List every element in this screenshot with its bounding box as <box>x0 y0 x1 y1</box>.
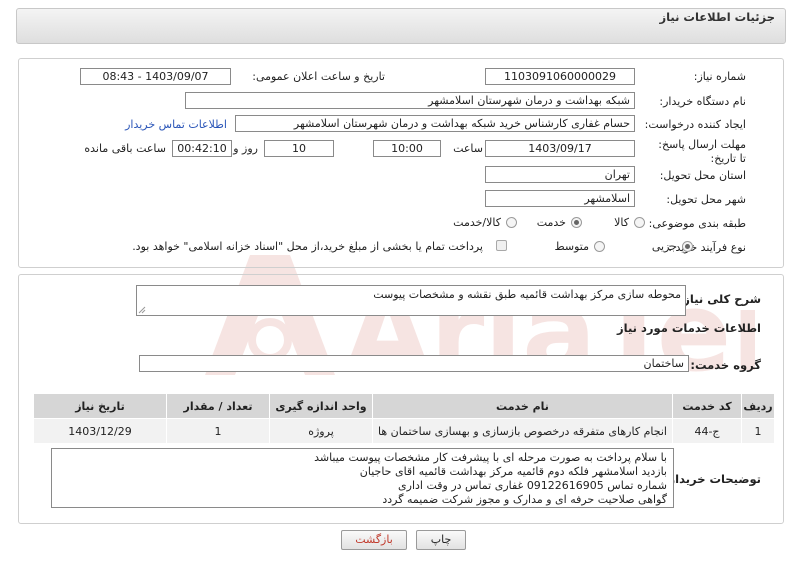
category-radio-goods-service[interactable] <box>506 217 517 228</box>
days-label: روز و <box>233 142 258 155</box>
resize-grip-icon[interactable] <box>138 306 146 314</box>
category-label: طبقه بندی موضوعی: <box>648 217 746 230</box>
deadline-label: مهلت ارسال پاسخ: تا تاریخ: <box>658 138 746 165</box>
table-header-row: ردیف کد خدمت نام خدمت واحد اندازه گیری ت… <box>33 393 775 419</box>
time-label: ساعت <box>453 142 483 155</box>
deadline-time-field: 10:00 <box>373 140 441 157</box>
services-table: ردیف کد خدمت نام خدمت واحد اندازه گیری ت… <box>33 393 775 444</box>
creator-field: حسام غفاری کارشناس خرید شبکه بهداشت و در… <box>235 115 635 132</box>
buyer-notes-field: با سلام پرداخت به صورت مرحله ای با پیشرف… <box>51 448 674 508</box>
service-group-field: ساختمان <box>139 355 689 372</box>
col-date: تاریخ نیاز <box>33 393 167 419</box>
need-number-label: شماره نیاز: <box>693 70 746 83</box>
buyer-notes-line: گواهی صلاحیت حرفه ای و مدارک و مجوز شرکت… <box>382 493 667 506</box>
category-option-service: خدمت <box>536 216 566 229</box>
buyer-field: شبکه بهداشت و درمان شهرستان اسلامشهر <box>185 92 635 109</box>
col-unit: واحد اندازه گیری <box>269 393 373 419</box>
province-label: استان محل تحویل: <box>659 169 746 182</box>
cell-code: ج-44 <box>672 418 742 444</box>
process-option-medium: متوسط <box>554 240 589 253</box>
treasury-payment-checkbox[interactable] <box>496 240 507 251</box>
buyer-notes-label: توضیحات خریدار: <box>663 472 761 486</box>
buyer-notes-line: با سلام پرداخت به صورت مرحله ای با پیشرف… <box>314 451 667 464</box>
services-section-title: اطلاعات خدمات مورد نیاز <box>617 321 761 335</box>
page-title: جزئیات اطلاعات نیاز <box>659 10 775 24</box>
process-radio-minor[interactable] <box>682 241 693 252</box>
service-group-label: گروه خدمت: <box>690 358 761 372</box>
col-code: کد خدمت <box>672 393 742 419</box>
treasury-payment-note: پرداخت تمام یا بخشی از مبلغ خرید،از محل … <box>132 240 483 253</box>
remaining-label: ساعت باقی مانده <box>84 142 166 155</box>
table-row: 1 ج-44 انجام کارهای متفرقه درخصوص بازساز… <box>33 418 775 444</box>
creator-label: ایجاد کننده درخواست: <box>644 118 746 131</box>
cell-row: 1 <box>741 418 775 444</box>
need-number-field: 1103091060000029 <box>485 68 635 85</box>
buyer-label: نام دستگاه خریدار: <box>659 95 746 108</box>
city-label: شهر محل تحویل: <box>666 193 746 206</box>
summary-label: شرح کلی نیاز: <box>678 292 761 306</box>
buyer-notes-line: شماره تماس 09122616905 غفاری تماس در وقت… <box>398 479 667 492</box>
announce-field: 1403/09/07 - 08:43 <box>80 68 231 85</box>
process-radio-medium[interactable] <box>594 241 605 252</box>
deadline-date-field: 1403/09/17 <box>485 140 635 157</box>
process-label: نوع فرآیند خرید : <box>668 241 746 254</box>
buyer-notes-line: بازدید اسلامشهر فلکه دوم قائمیه مرکز بهد… <box>359 465 667 478</box>
buyer-contact-link[interactable]: اطلاعات تماس خریدار <box>125 118 227 131</box>
process-option-minor: جزیی <box>651 240 677 253</box>
province-field: تهران <box>485 166 635 183</box>
cell-name: انجام کارهای متفرقه درخصوص بازسازی و بهس… <box>372 418 673 444</box>
summary-field: محوطه سازی مرکز بهداشت قائمیه طبق نقشه و… <box>136 285 686 316</box>
category-radio-service[interactable] <box>571 217 582 228</box>
back-button[interactable]: بازگشت <box>341 530 407 550</box>
cell-date: 1403/12/29 <box>33 418 167 444</box>
col-qty: تعداد / مقدار <box>166 393 270 419</box>
cell-qty: 1 <box>166 418 270 444</box>
category-option-goods-service: کالا/خدمت <box>453 216 501 229</box>
print-button[interactable]: چاپ <box>416 530 466 550</box>
days-field: 10 <box>264 140 334 157</box>
col-name: نام خدمت <box>372 393 673 419</box>
category-radio-goods[interactable] <box>634 217 645 228</box>
remaining-time-field: 00:42:10 <box>172 140 232 157</box>
col-row: ردیف <box>741 393 775 419</box>
cell-unit: پروژه <box>269 418 373 444</box>
announce-label: تاریخ و ساعت اعلان عمومی: <box>252 70 385 83</box>
city-field: اسلامشهر <box>485 190 635 207</box>
category-option-goods: کالا <box>614 216 629 229</box>
